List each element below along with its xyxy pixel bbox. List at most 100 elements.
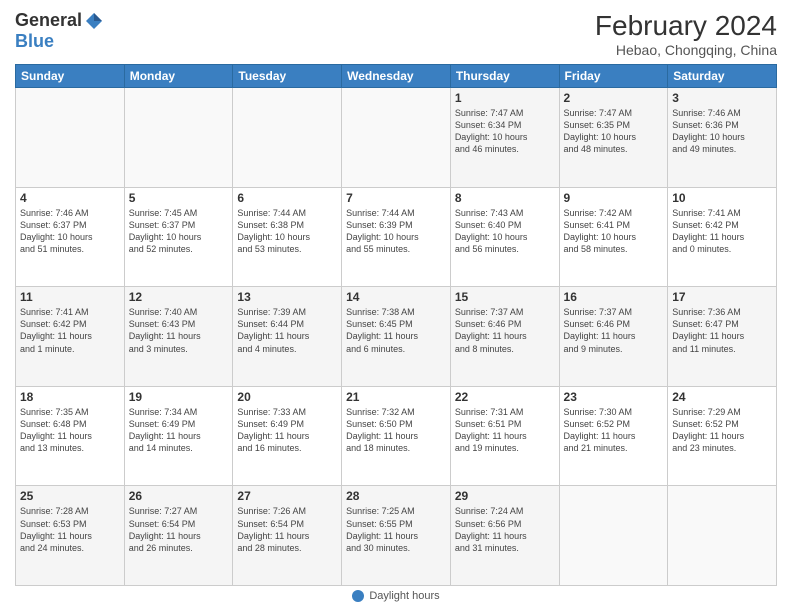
day-cell: 5 Sunrise: 7:45 AM Sunset: 6:37 PM Daylig… (124, 187, 233, 287)
day-cell: 16Sunrise: 7:37 AM Sunset: 6:46 PM Dayli… (559, 287, 668, 387)
day-number: 27 (237, 489, 337, 503)
day-cell (233, 88, 342, 188)
day-info: Sunrise: 7:29 AM Sunset: 6:52 PM Dayligh… (672, 406, 772, 455)
day-number: 4 (20, 191, 120, 205)
day-cell: 2 Sunrise: 7:47 AM Sunset: 6:35 PM Daylig… (559, 88, 668, 188)
weekday-header-monday: Monday (124, 65, 233, 88)
day-number: 8 (455, 191, 555, 205)
day-cell: 22 Sunrise: 7:31 AM Sunset: 6:51 PM Dayli… (450, 386, 559, 486)
day-info: Sunrise: 7:27 AM Sunset: 6:54 PM Dayligh… (129, 505, 229, 554)
day-number: 22 (455, 390, 555, 404)
day-cell (342, 88, 451, 188)
week-row-5: 25 Sunrise: 7:28 AM Sunset: 6:53 PM Dayli… (16, 486, 777, 586)
day-info: Sunrise: 7:46 AM Sunset: 6:37 PM Dayligh… (20, 207, 120, 256)
location: Hebao, Chongqing, China (595, 42, 777, 58)
day-info: Sunrise: 7:44 AM Sunset: 6:39 PM Dayligh… (346, 207, 446, 256)
day-cell: 28 Sunrise: 7:25 AM Sunset: 6:55 PM Dayli… (342, 486, 451, 586)
day-cell: 17Sunrise: 7:36 AM Sunset: 6:47 PM Dayli… (668, 287, 777, 387)
day-number: 17 (672, 290, 772, 304)
day-info: Sunrise: 7:26 AM Sunset: 6:54 PM Dayligh… (237, 505, 337, 554)
day-cell: 7 Sunrise: 7:44 AM Sunset: 6:39 PM Daylig… (342, 187, 451, 287)
day-info: Sunrise: 7:39 AM Sunset: 6:44 PM Dayligh… (237, 306, 337, 355)
day-number: 23 (564, 390, 664, 404)
day-info: Sunrise: 7:30 AM Sunset: 6:52 PM Dayligh… (564, 406, 664, 455)
weekday-header-thursday: Thursday (450, 65, 559, 88)
day-number: 26 (129, 489, 229, 503)
day-number: 19 (129, 390, 229, 404)
day-info: Sunrise: 7:37 AM Sunset: 6:46 PM Dayligh… (455, 306, 555, 355)
day-number: 2 (564, 91, 664, 105)
day-cell: 4 Sunrise: 7:46 AM Sunset: 6:37 PM Daylig… (16, 187, 125, 287)
day-info: Sunrise: 7:45 AM Sunset: 6:37 PM Dayligh… (129, 207, 229, 256)
day-info: Sunrise: 7:32 AM Sunset: 6:50 PM Dayligh… (346, 406, 446, 455)
calendar-table: SundayMondayTuesdayWednesdayThursdayFrid… (15, 64, 777, 586)
footer-dot (352, 590, 364, 602)
day-cell: 23 Sunrise: 7:30 AM Sunset: 6:52 PM Dayli… (559, 386, 668, 486)
day-cell: 21 Sunrise: 7:32 AM Sunset: 6:50 PM Dayli… (342, 386, 451, 486)
day-cell: 15 Sunrise: 7:37 AM Sunset: 6:46 PM Dayli… (450, 287, 559, 387)
day-cell: 26 Sunrise: 7:27 AM Sunset: 6:54 PM Dayli… (124, 486, 233, 586)
week-row-3: 11 Sunrise: 7:41 AM Sunset: 6:42 PM Dayli… (16, 287, 777, 387)
day-cell (124, 88, 233, 188)
day-cell: 29 Sunrise: 7:24 AM Sunset: 6:56 PM Dayli… (450, 486, 559, 586)
day-number: 28 (346, 489, 446, 503)
day-number: 7 (346, 191, 446, 205)
day-number: 25 (20, 489, 120, 503)
footer: Daylight hours (15, 586, 777, 602)
day-info: Sunrise: 7:25 AM Sunset: 6:55 PM Dayligh… (346, 505, 446, 554)
day-cell: 14 Sunrise: 7:38 AM Sunset: 6:45 PM Dayli… (342, 287, 451, 387)
day-cell (559, 486, 668, 586)
day-cell: 3Sunrise: 7:46 AM Sunset: 6:36 PM Daylig… (668, 88, 777, 188)
day-info: Sunrise: 7:34 AM Sunset: 6:49 PM Dayligh… (129, 406, 229, 455)
day-info: Sunrise: 7:35 AM Sunset: 6:48 PM Dayligh… (20, 406, 120, 455)
day-number: 29 (455, 489, 555, 503)
day-info: Sunrise: 7:42 AM Sunset: 6:41 PM Dayligh… (564, 207, 664, 256)
weekday-header-saturday: Saturday (668, 65, 777, 88)
week-row-4: 18Sunrise: 7:35 AM Sunset: 6:48 PM Dayli… (16, 386, 777, 486)
day-info: Sunrise: 7:46 AM Sunset: 6:36 PM Dayligh… (672, 107, 772, 156)
footer-label: Daylight hours (369, 590, 439, 602)
day-cell (668, 486, 777, 586)
day-number: 10 (672, 191, 772, 205)
day-info: Sunrise: 7:24 AM Sunset: 6:56 PM Dayligh… (455, 505, 555, 554)
week-row-2: 4 Sunrise: 7:46 AM Sunset: 6:37 PM Daylig… (16, 187, 777, 287)
day-cell: 18Sunrise: 7:35 AM Sunset: 6:48 PM Dayli… (16, 386, 125, 486)
day-number: 11 (20, 290, 120, 304)
day-cell: 8 Sunrise: 7:43 AM Sunset: 6:40 PM Daylig… (450, 187, 559, 287)
week-row-1: 1Sunrise: 7:47 AM Sunset: 6:34 PM Daylig… (16, 88, 777, 188)
day-number: 24 (672, 390, 772, 404)
day-number: 12 (129, 290, 229, 304)
day-number: 13 (237, 290, 337, 304)
day-info: Sunrise: 7:41 AM Sunset: 6:42 PM Dayligh… (672, 207, 772, 256)
weekday-header-tuesday: Tuesday (233, 65, 342, 88)
day-info: Sunrise: 7:40 AM Sunset: 6:43 PM Dayligh… (129, 306, 229, 355)
day-info: Sunrise: 7:28 AM Sunset: 6:53 PM Dayligh… (20, 505, 120, 554)
day-number: 15 (455, 290, 555, 304)
logo: General Blue (15, 10, 104, 52)
day-info: Sunrise: 7:37 AM Sunset: 6:46 PM Dayligh… (564, 306, 664, 355)
day-info: Sunrise: 7:44 AM Sunset: 6:38 PM Dayligh… (237, 207, 337, 256)
day-info: Sunrise: 7:41 AM Sunset: 6:42 PM Dayligh… (20, 306, 120, 355)
day-info: Sunrise: 7:43 AM Sunset: 6:40 PM Dayligh… (455, 207, 555, 256)
day-number: 9 (564, 191, 664, 205)
day-number: 14 (346, 290, 446, 304)
day-number: 5 (129, 191, 229, 205)
header-row: SundayMondayTuesdayWednesdayThursdayFrid… (16, 65, 777, 88)
day-info: Sunrise: 7:31 AM Sunset: 6:51 PM Dayligh… (455, 406, 555, 455)
day-cell: 20Sunrise: 7:33 AM Sunset: 6:49 PM Dayli… (233, 386, 342, 486)
day-number: 21 (346, 390, 446, 404)
weekday-header-wednesday: Wednesday (342, 65, 451, 88)
day-cell: 1Sunrise: 7:47 AM Sunset: 6:34 PM Daylig… (450, 88, 559, 188)
day-info: Sunrise: 7:38 AM Sunset: 6:45 PM Dayligh… (346, 306, 446, 355)
page: General Blue February 2024 Hebao, Chongq… (0, 0, 792, 612)
day-cell: 6Sunrise: 7:44 AM Sunset: 6:38 PM Daylig… (233, 187, 342, 287)
weekday-header-sunday: Sunday (16, 65, 125, 88)
day-cell: 12 Sunrise: 7:40 AM Sunset: 6:43 PM Dayli… (124, 287, 233, 387)
logo-blue-text: Blue (15, 31, 54, 52)
day-info: Sunrise: 7:47 AM Sunset: 6:35 PM Dayligh… (564, 107, 664, 156)
day-cell: 25 Sunrise: 7:28 AM Sunset: 6:53 PM Dayli… (16, 486, 125, 586)
day-info: Sunrise: 7:33 AM Sunset: 6:49 PM Dayligh… (237, 406, 337, 455)
logo-icon (84, 11, 104, 31)
day-cell: 11 Sunrise: 7:41 AM Sunset: 6:42 PM Dayli… (16, 287, 125, 387)
day-cell: 27 Sunrise: 7:26 AM Sunset: 6:54 PM Dayli… (233, 486, 342, 586)
